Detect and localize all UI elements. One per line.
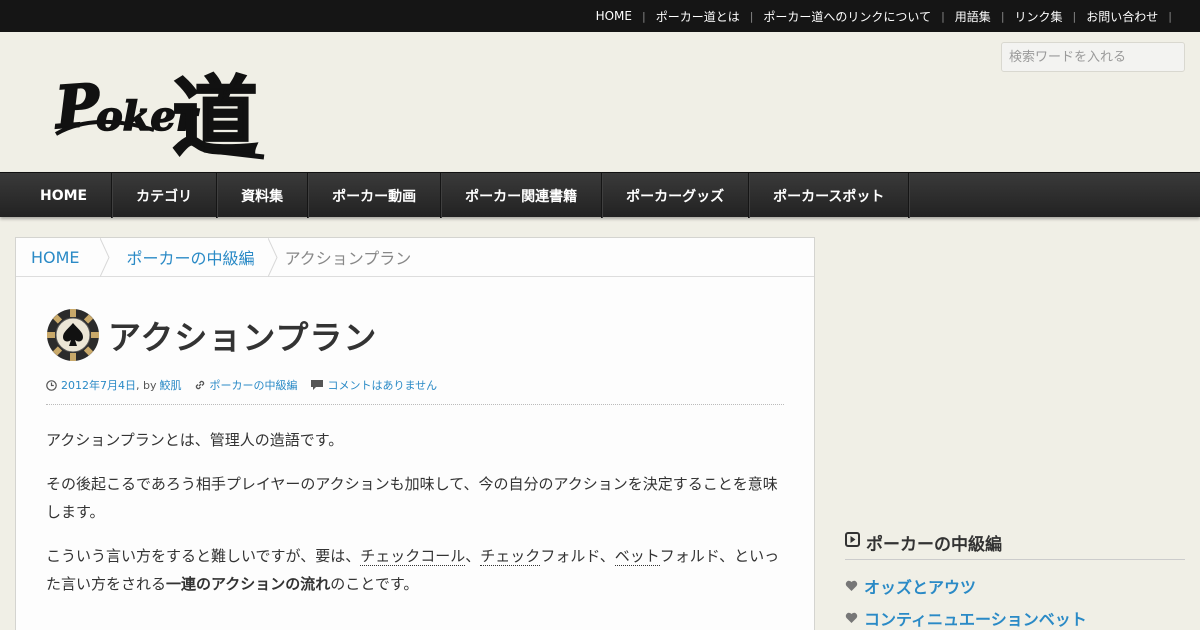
breadcrumb-current: アクションプラン [284, 249, 412, 268]
post-category-link[interactable]: ポーカーの中級編 [210, 377, 298, 393]
breadcrumb-home-link[interactable]: HOME [31, 248, 80, 267]
post-paragraph: その後起こるであろう相手プレイヤーのアクションも加味して、今の自分のアクションを… [46, 475, 778, 521]
svg-text:道: 道 [172, 67, 258, 162]
mainnav-home[interactable]: HOME [16, 173, 113, 218]
top-nav: HOME | ポーカー道とは | ポーカー道へのリンクについて | 用語集 | … [596, 0, 1182, 32]
clock-icon [46, 379, 57, 391]
poker-chip-spade-icon [47, 309, 99, 361]
breadcrumb-category-link[interactable]: ポーカーの中級編 [127, 245, 255, 269]
mainnav-books[interactable]: ポーカー関連書籍 [441, 173, 603, 218]
breadcrumb: HOME ポーカーの中級編 アクションプラン [16, 237, 814, 277]
comment-icon [310, 379, 324, 391]
post-date-link[interactable]: 2012年7月4日 [61, 377, 136, 393]
post-divider [46, 404, 784, 405]
topnav-separator: | [1000, 9, 1005, 23]
post-by-label: , by [136, 378, 157, 392]
sidebar-link-cbet[interactable]: コンティニュエーションベット [864, 606, 1087, 630]
sidebar-link-odds-outs[interactable]: オッズとアウツ [864, 574, 976, 598]
topnav-separator: | [1168, 9, 1172, 23]
heart-icon [845, 612, 858, 623]
text-span: のことです。 [330, 575, 419, 593]
text-span: こういう言い方をすると難しいですが、要は、 [46, 547, 361, 565]
topnav-separator: | [749, 9, 754, 23]
post-meta: 2012年7月4日 , by 鮫肌 ポーカーの中級編 コメントはありません [46, 377, 437, 393]
post-paragraph: アクションプランとは、管理人の造語です。 [46, 431, 344, 449]
mainnav-spots[interactable]: ポーカースポット [749, 173, 910, 218]
post-paragraph: こういう言い方をすると難しいですが、要は、チェックコール、チェックフォルド、ベッ… [46, 542, 786, 598]
mainnav-materials[interactable]: 資料集 [217, 173, 309, 218]
mainnav-goods[interactable]: ポーカーグッズ [602, 173, 750, 218]
list-item: オッズとアウツ [845, 570, 1087, 602]
content-panel: HOME ポーカーの中級編 アクションプラン アクションプラン 2012年7月4… [15, 237, 815, 630]
topnav-links[interactable]: リンク集 [1015, 8, 1063, 25]
topnav-contact[interactable]: お問い合わせ [1086, 8, 1158, 25]
post-comments-link[interactable]: コメントはありません [328, 377, 438, 393]
list-item: コンティニュエーションベット [845, 602, 1087, 630]
site-logo[interactable]: P oker 道 [50, 42, 274, 169]
glossary-link-check-call[interactable]: チェックコール [360, 547, 466, 566]
post-body: アクションプランとは、管理人の造語です。 その後起こるであろう相手プレイヤーのア… [46, 426, 786, 614]
search-input[interactable] [1001, 42, 1185, 72]
sidebar-widget-title-text: ポーカーの中級編 [866, 534, 1002, 555]
topnav-glossary[interactable]: 用語集 [955, 8, 991, 25]
topnav-separator: | [641, 9, 646, 23]
main-nav: HOME カテゴリ 資料集 ポーカー動画 ポーカー関連書籍 ポーカーグッズ ポー… [0, 172, 1200, 218]
breadcrumb-home[interactable]: HOME [16, 238, 100, 277]
play-square-icon [845, 532, 860, 552]
sidebar-post-list: オッズとアウツ コンティニュエーションベット [845, 570, 1087, 630]
topnav-link-policy[interactable]: ポーカー道へのリンクについて [763, 8, 931, 25]
text-span: フォルド、 [540, 547, 615, 565]
mainnav-category[interactable]: カテゴリ [112, 173, 218, 218]
topnav-separator: | [1072, 9, 1077, 23]
emphasis-text: 一連のアクションの流れ [166, 575, 331, 593]
heart-icon [845, 580, 858, 591]
poker-do-logo-icon: P oker 道 [50, 66, 265, 169]
post-title: アクションプラン [108, 318, 378, 357]
post-author-link[interactable]: 鮫肌 [160, 377, 182, 393]
topnav-home[interactable]: HOME [596, 9, 632, 23]
glossary-link-check[interactable]: チェック [480, 547, 541, 566]
sidebar-widget-title: ポーカーの中級編 [845, 525, 1185, 560]
post-header: アクションプラン [46, 308, 377, 362]
text-span: 、 [465, 547, 481, 565]
breadcrumb-separator [99, 237, 110, 277]
breadcrumb-separator [267, 237, 278, 277]
topnav-about[interactable]: ポーカー道とは [656, 8, 740, 25]
breadcrumb-category[interactable]: ポーカーの中級編 [110, 238, 268, 277]
topnav-separator: | [941, 9, 945, 23]
mainnav-videos[interactable]: ポーカー動画 [308, 173, 442, 218]
glossary-link-bet[interactable]: ベット [614, 547, 660, 566]
top-bar: HOME | ポーカー道とは | ポーカー道へのリンクについて | 用語集 | … [0, 0, 1200, 32]
link-icon [194, 379, 206, 391]
